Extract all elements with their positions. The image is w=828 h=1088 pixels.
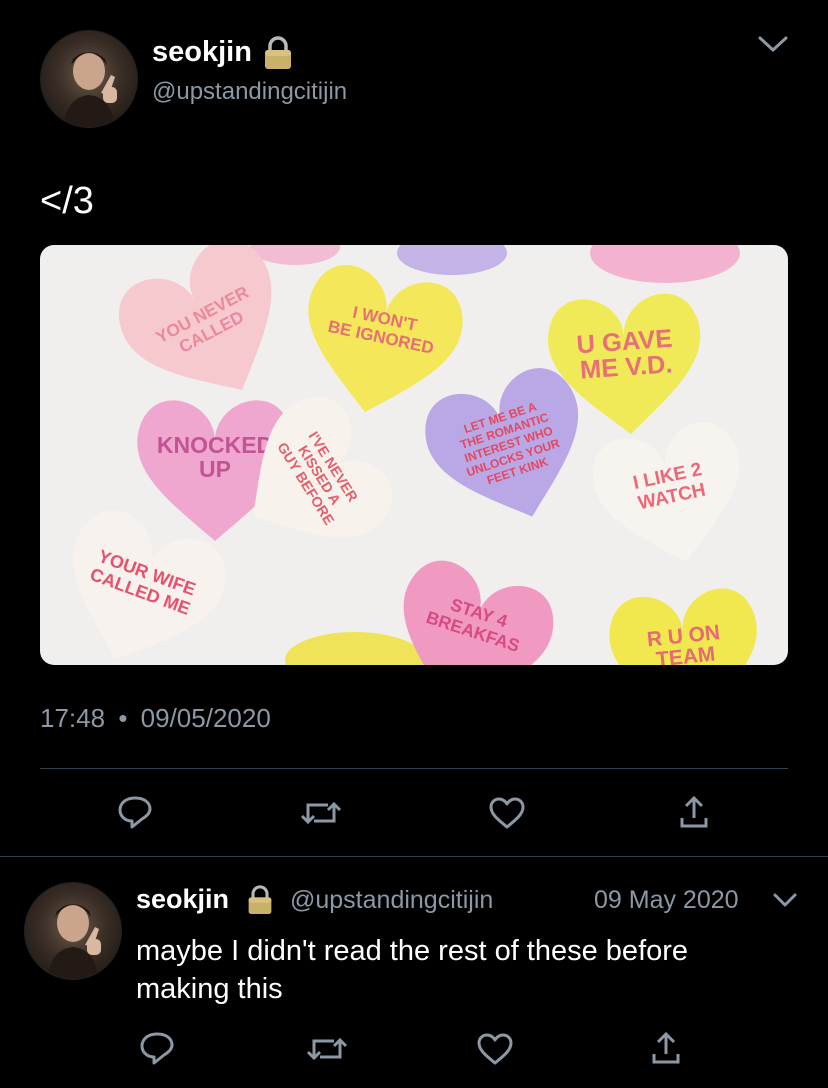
chevron-down-icon[interactable] xyxy=(772,890,798,910)
tweet-date: 09/05/2020 xyxy=(140,703,271,733)
display-name[interactable]: seokjin xyxy=(152,36,252,69)
divider xyxy=(0,856,828,857)
avatar[interactable] xyxy=(40,30,138,128)
tweet-image[interactable]: YOU NEVER CALLED I WON'T BE IGNORED U GA… xyxy=(40,245,788,665)
reply-display-name[interactable]: seokjin xyxy=(136,884,229,915)
tweet-time: 17:48 xyxy=(40,703,106,733)
heart-label-3b: UP xyxy=(199,456,231,482)
reply-avatar[interactable] xyxy=(24,882,122,980)
share-icon[interactable] xyxy=(650,1030,682,1066)
chevron-down-icon[interactable] xyxy=(756,32,790,56)
share-icon[interactable] xyxy=(678,794,710,830)
separator-dot: • xyxy=(118,703,128,733)
tweet-timestamp[interactable]: 17:48 • 09/05/2020 xyxy=(40,703,271,734)
lock-icon xyxy=(262,35,294,71)
tweet-text: </3 xyxy=(40,180,94,222)
heart-icon[interactable] xyxy=(476,1032,514,1066)
heart-icon[interactable] xyxy=(488,796,526,830)
reply-text-line-1: maybe I didn't read the rest of these be… xyxy=(136,935,689,967)
reply-icon[interactable] xyxy=(138,1030,176,1066)
divider xyxy=(40,768,788,769)
reply-text-line-2: making this xyxy=(136,973,283,1005)
handle[interactable]: @upstandingcitijin xyxy=(152,78,347,106)
lock-icon xyxy=(246,884,274,916)
reply-text: maybe I didn't read the rest of these be… xyxy=(136,932,796,1008)
reply-handle[interactable]: @upstandingcitijin xyxy=(290,886,493,915)
retweet-icon[interactable] xyxy=(300,796,342,830)
reply-icon[interactable] xyxy=(116,794,154,830)
retweet-icon[interactable] xyxy=(306,1032,348,1066)
heart-label-3: KNOCKED xyxy=(157,432,273,458)
reply-date[interactable]: 09 May 2020 xyxy=(594,886,739,915)
